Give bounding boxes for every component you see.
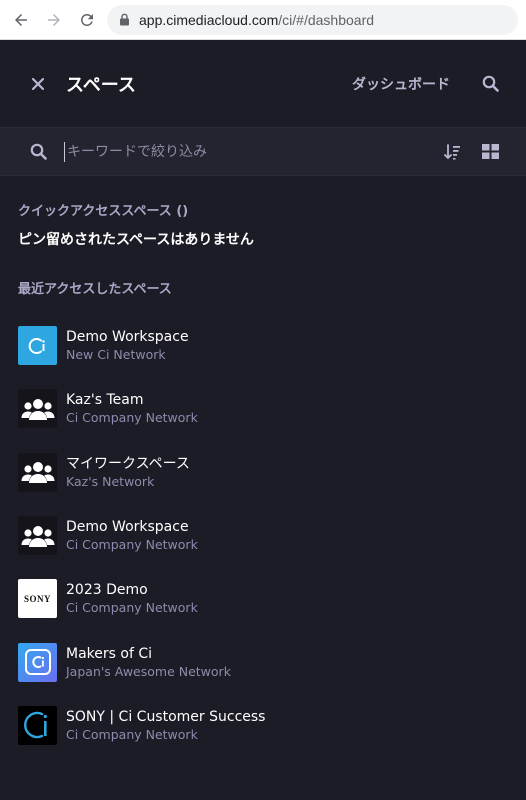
ci-logo-icon <box>18 326 57 366</box>
list-item[interactable]: Kaz's Team Ci Company Network <box>18 377 508 440</box>
spaces-content: クイックアクセススペース () ピン留めされたスペースはありません 最近アクセス… <box>0 176 526 757</box>
space-name: SONY | Ci Customer Success <box>66 708 266 725</box>
team-icon <box>18 516 57 556</box>
url-host: app.cimediacloud.com <box>139 11 279 28</box>
keyword-filter-input[interactable] <box>64 141 442 162</box>
sony-logo-text: SONY <box>23 593 51 604</box>
list-item[interactable]: Demo Workspace Ci Company Network <box>18 504 508 567</box>
lock-icon <box>119 13 130 26</box>
header-search-button[interactable] <box>480 74 500 94</box>
quick-access-empty-message: ピン留めされたスペースはありません <box>18 232 254 248</box>
space-network: Kaz's Network <box>66 473 155 489</box>
app-header: スペース ダッシュボード <box>0 40 526 128</box>
space-network: Ci Company Network <box>66 600 198 616</box>
space-name: Demo Workspace <box>66 329 189 346</box>
reload-button[interactable] <box>74 7 100 33</box>
close-button[interactable] <box>28 74 48 94</box>
space-name: マイワークスペース <box>66 455 190 472</box>
ci-logo-icon <box>18 642 57 682</box>
team-icon <box>18 452 57 492</box>
space-name: 2023 Demo <box>66 582 148 599</box>
arrow-right-icon <box>48 13 60 26</box>
close-icon <box>32 77 44 90</box>
page-title: スペース <box>66 74 136 96</box>
filter-bar <box>0 128 526 176</box>
space-name: Makers of Ci <box>66 645 152 662</box>
space-network: Ci Company Network <box>66 410 198 426</box>
reload-icon <box>80 13 93 26</box>
space-network: Ci Company Network <box>66 537 198 553</box>
list-item[interactable]: マイワークスペース Kaz's Network <box>18 441 508 504</box>
space-network: New Ci Network <box>66 347 166 363</box>
sony-logo-icon: SONY <box>18 579 57 619</box>
grid-view-button[interactable] <box>480 142 500 162</box>
list-item[interactable]: SONY | Ci Customer Success Ci Company Ne… <box>18 694 508 757</box>
search-icon <box>30 142 50 162</box>
url-path: /ci/#/dashboard <box>278 11 375 28</box>
sort-icon <box>443 143 460 160</box>
back-button[interactable] <box>8 7 34 33</box>
recent-spaces-list: Demo Workspace New Ci Network Kaz's Team… <box>18 314 508 757</box>
ci-logo-icon <box>18 705 57 745</box>
space-name: Kaz's Team <box>66 392 144 409</box>
dashboard-link[interactable]: ダッシュボード <box>352 74 450 94</box>
forward-button[interactable] <box>41 7 67 33</box>
arrow-left-icon <box>15 13 27 26</box>
address-bar[interactable]: app.cimediacloud.com/ci/#/dashboard <box>107 4 518 35</box>
space-network: Japan's Awesome Network <box>66 663 231 679</box>
list-item[interactable]: SONY 2023 Demo Ci Company Network <box>18 567 508 630</box>
space-network: Ci Company Network <box>66 726 198 742</box>
list-item[interactable]: Makers of Ci Japan's Awesome Network <box>18 630 508 693</box>
search-icon <box>482 75 499 92</box>
list-item[interactable]: Demo Workspace New Ci Network <box>18 314 508 377</box>
browser-toolbar: app.cimediacloud.com/ci/#/dashboard <box>0 0 526 40</box>
recent-spaces-label: 最近アクセスしたスペース <box>18 282 172 297</box>
quick-access-label: クイックアクセススペース () <box>18 204 189 219</box>
team-icon <box>18 389 57 429</box>
grid-icon <box>481 144 499 159</box>
sort-button[interactable] <box>442 142 462 162</box>
space-name: Demo Workspace <box>66 519 189 536</box>
